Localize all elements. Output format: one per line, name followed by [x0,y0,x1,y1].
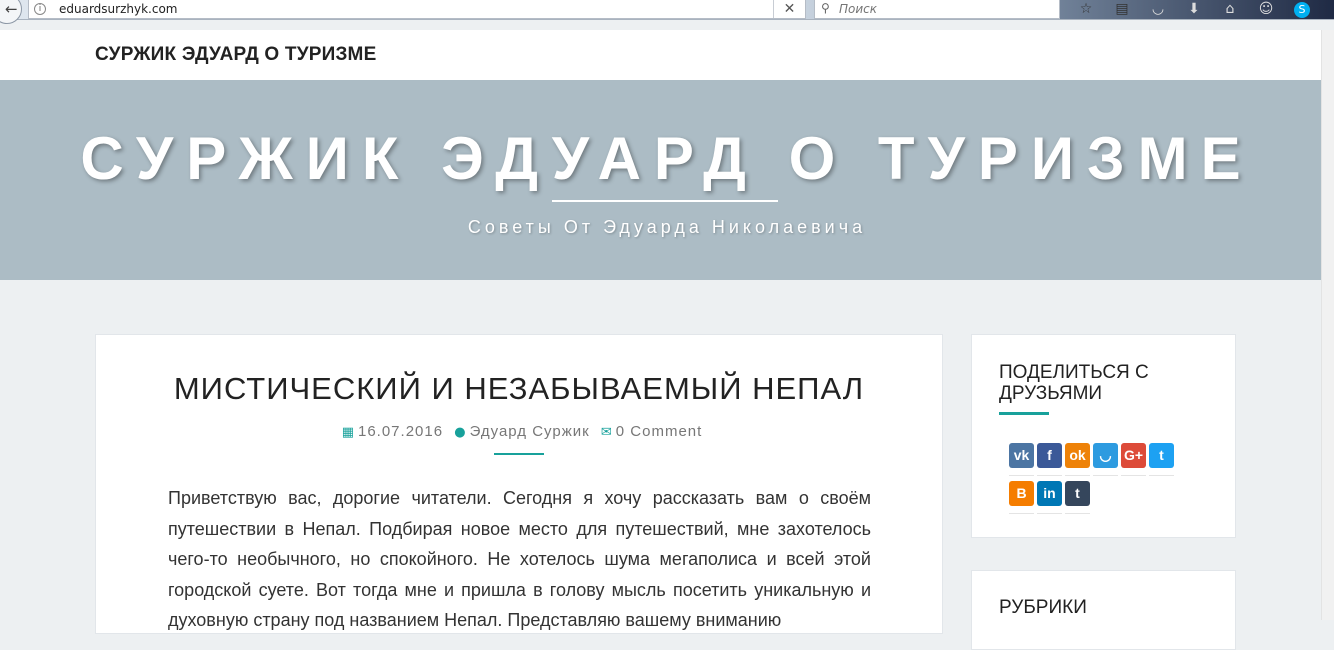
share-widget-title: ПОДЕЛИТЬСЯ С ДРУЗЬЯМИ [999,362,1149,404]
page-scrollbar[interactable] [1321,30,1334,620]
rubrics-widget: РУБРИКИ [971,570,1236,650]
odnoklassniki-icon[interactable]: ok [1065,443,1090,476]
stop-icon[interactable]: ✕ [773,0,805,18]
tumblr-icon[interactable]: t [1065,481,1090,514]
browser-toolbar: ← i eduardsurzhyk.com ✕ ⚲ ☆ ▤ ◡ ⬇ ⌂ ☺ S [0,0,1334,24]
hero-title[interactable]: СУРЖИК ЭДУАРД О ТУРИЗМЕ [0,124,1334,193]
back-button[interactable]: ← [0,0,22,24]
meta-divider [494,453,544,455]
hero-tagline: Советы От Эдуарда Николаевича [467,217,867,237]
comment-icon: ✉ [600,425,613,440]
rubrics-widget-title: РУБРИКИ [999,597,1087,618]
post-comments[interactable]: 0 Comment [616,423,703,440]
star-icon[interactable]: ☆ [1068,0,1104,20]
home-icon[interactable]: ⌂ [1212,0,1248,20]
post-title[interactable]: МИСТИЧЕСКИЙ И НЕЗАБЫВАЕМЫЙ НЕПАЛ [96,371,942,407]
calendar-icon: ▦ [341,425,355,440]
site-header: СУРЖИК ЭДУАРД О ТУРИЗМЕ [0,30,1334,80]
reader-icon[interactable]: ▤ [1104,0,1140,20]
user-icon: ● [454,425,467,440]
search-bar[interactable]: ⚲ [814,0,1060,19]
toolbar-icons: ☆ ▤ ◡ ⬇ ⌂ ☺ S [1068,0,1320,20]
search-icon: ⚲ [821,1,830,15]
post-author[interactable]: Эдуард Суржик [470,423,590,440]
pocket-icon[interactable]: ◡ [1140,0,1176,20]
hero-divider [552,200,778,202]
mailru-icon[interactable]: ◡ [1093,443,1118,476]
share-widget-divider [999,412,1049,415]
googleplus-icon[interactable]: G+ [1121,443,1146,476]
share-widget: ПОДЕЛИТЬСЯ С ДРУЗЬЯМИ vk f ok ◡ G+ t Bin t [971,334,1236,538]
download-icon[interactable]: ⬇ [1176,0,1212,20]
post-card: МИСТИЧЕСКИЙ И НЕЗАБЫВАЕМЫЙ НЕПАЛ ▦ 16.07.… [95,334,943,634]
site-info-icon[interactable]: i [34,3,46,15]
vk-icon[interactable]: vk [1009,443,1034,476]
hero-banner: СУРЖИК ЭДУАРД О ТУРИЗМЕ Советы От Эдуард… [0,80,1334,280]
url-text[interactable]: eduardsurzhyk.com [59,2,178,16]
post-date[interactable]: 16.07.2016 [358,423,443,440]
skype-icon[interactable]: S [1284,0,1320,20]
site-brand-link[interactable]: СУРЖИК ЭДУАРД О ТУРИЗМЕ [95,44,376,66]
post-meta: ▦ 16.07.2016 ● Эдуард Суржик ✉ 0 Comment [96,423,942,440]
search-input[interactable] [839,1,1049,17]
twitter-icon[interactable]: t [1149,443,1174,476]
chat-icon[interactable]: ☺ [1248,0,1284,20]
facebook-icon[interactable]: f [1037,443,1062,476]
blogger-icon[interactable]: B [1009,481,1034,514]
linkedin-icon[interactable]: in [1037,481,1062,514]
address-bar[interactable]: i eduardsurzhyk.com ✕ [28,0,806,19]
post-excerpt: Приветствую вас, дорогие читатели. Сегод… [168,488,871,630]
back-arrow-icon: ← [5,0,18,18]
